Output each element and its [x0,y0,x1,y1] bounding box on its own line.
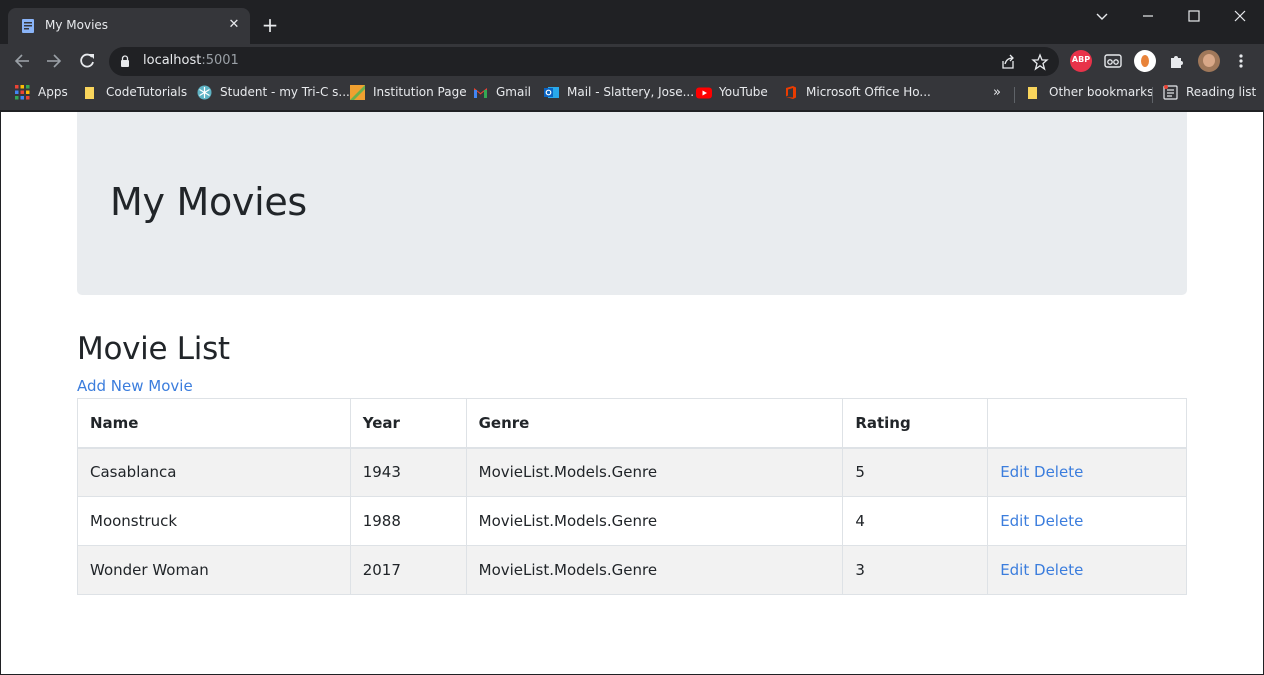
movie-table: Name Year Genre Rating Casablanca 1943 M… [77,398,1187,595]
delete-link[interactable]: Delete [1034,561,1083,579]
menu-kebab-icon[interactable] [1231,50,1251,72]
cell-rating: 5 [842,447,989,497]
cell-name: Wonder Woman [77,545,351,595]
page-viewport: My Movies Movie List Add New Movie Name … [1,112,1263,674]
reading-list-icon [1163,85,1178,100]
edit-link[interactable]: Edit [1000,463,1029,481]
puzzle-icon[interactable] [1166,50,1188,72]
cell-actions: Edit Delete [987,496,1187,546]
page-title: My Movies [110,180,307,224]
bookmark-label: Student - my Tri-C s... [220,85,350,99]
tab-strip: My Movies ✕ + [0,0,1264,44]
cell-genre: MovieList.Models.Genre [465,545,844,595]
column-header-genre: Genre [465,398,844,449]
bookmark-label: Microsoft Office Ho... [806,85,931,99]
bookmark-institution-page[interactable]: Institution Page [350,85,467,105]
browser-tab[interactable]: My Movies ✕ [8,8,250,44]
section-title: Movie List [77,331,230,367]
tab-title: My Movies [45,18,109,32]
cell-year: 1988 [349,496,467,546]
gmail-icon [474,88,487,98]
close-window-icon[interactable] [1230,6,1250,26]
table-row: Wonder Woman 2017 MovieList.Models.Genre… [77,545,1187,595]
folder-icon [1028,87,1037,99]
bookmark-label: Institution Page [373,85,467,99]
close-tab-icon[interactable]: ✕ [226,17,242,33]
bookmark-apps[interactable]: Apps [15,85,75,105]
jumbotron: My Movies [77,112,1187,295]
delete-link[interactable]: Delete [1034,512,1083,530]
table-header-row: Name Year Genre Rating [77,398,1187,449]
cell-year: 2017 [349,545,467,595]
bookmark-student[interactable]: Student - my Tri-C s... [197,85,350,105]
bookmark-star-icon[interactable] [1031,53,1049,71]
cell-name: Moonstruck [77,496,351,546]
page-icon [22,19,34,33]
column-header-rating: Rating [842,398,989,449]
cell-actions: Edit Delete [987,545,1187,595]
tab-search-chevron-icon[interactable] [1092,6,1112,26]
bookmark-separator [1152,87,1153,103]
bookmark-label: YouTube [719,85,768,99]
delete-link[interactable]: Delete [1034,463,1083,481]
cell-rating: 4 [842,496,989,546]
forward-arrow-icon[interactable] [44,51,64,71]
edit-link[interactable]: Edit [1000,512,1029,530]
apps-grid-icon [15,85,30,100]
edit-link[interactable]: Edit [1000,561,1029,579]
bookmark-label: Gmail [496,85,532,99]
snowflake-icon [197,85,212,100]
cell-rating: 3 [842,545,989,595]
new-tab-icon[interactable]: + [260,15,280,35]
reader-icon[interactable] [1102,50,1124,72]
folder-icon [85,87,94,99]
bookmark-separator [1014,87,1015,103]
column-header-year: Year [349,398,467,449]
cell-genre: MovieList.Models.Genre [465,496,844,546]
url-text[interactable]: localhost:5001 [143,53,239,68]
browser-toolbar: localhost:5001 ABP [0,44,1264,79]
office-icon [786,86,796,99]
bookmark-codetutorials[interactable]: CodeTutorials [83,85,193,105]
bookmark-mail[interactable]: Mail - Slattery, Jose... [544,85,694,105]
bookmark-label: CodeTutorials [106,85,188,99]
bookmark-label: Reading list [1186,85,1257,99]
column-header-actions [987,398,1187,449]
bookmark-label: Other bookmarks [1049,85,1154,99]
reading-list[interactable]: Reading list [1163,85,1257,105]
bookmarks-bar: Apps CodeTutorials Student - my Tri-C s.… [0,79,1264,111]
address-bar[interactable]: localhost:5001 [109,47,1059,76]
bookmark-office[interactable]: Microsoft Office Ho... [783,85,931,105]
cell-actions: Edit Delete [987,447,1187,497]
cell-year: 1943 [349,447,467,497]
outlook-icon [544,87,559,98]
bookmark-youtube[interactable]: YouTube [696,85,771,105]
minimize-icon[interactable] [1138,6,1158,26]
youtube-icon [696,87,712,99]
profile-icon[interactable] [1134,50,1156,72]
reload-icon[interactable] [77,51,97,71]
table-row: Casablanca 1943 MovieList.Models.Genre 5… [77,447,1187,497]
column-header-name: Name [77,398,351,449]
share-icon[interactable] [999,53,1017,71]
pencil-icon [350,85,365,100]
back-arrow-icon[interactable] [12,51,32,71]
table-row: Moonstruck 1988 MovieList.Models.Genre 4… [77,496,1187,546]
bookmark-gmail[interactable]: Gmail [473,85,535,105]
cell-genre: MovieList.Models.Genre [465,447,844,497]
cell-name: Casablanca [77,447,351,497]
more-bookmarks-chevron[interactable]: » [993,85,1001,105]
lock-icon[interactable] [120,55,130,67]
other-bookmarks[interactable]: Other bookmarks [1026,85,1153,105]
maximize-icon[interactable] [1184,6,1204,26]
bookmark-label: Mail - Slattery, Jose... [567,85,695,99]
avatar[interactable] [1198,50,1220,72]
add-new-movie-link[interactable]: Add New Movie [77,377,193,395]
bookmark-label: Apps [38,85,68,99]
abp-icon[interactable]: ABP [1070,50,1092,72]
